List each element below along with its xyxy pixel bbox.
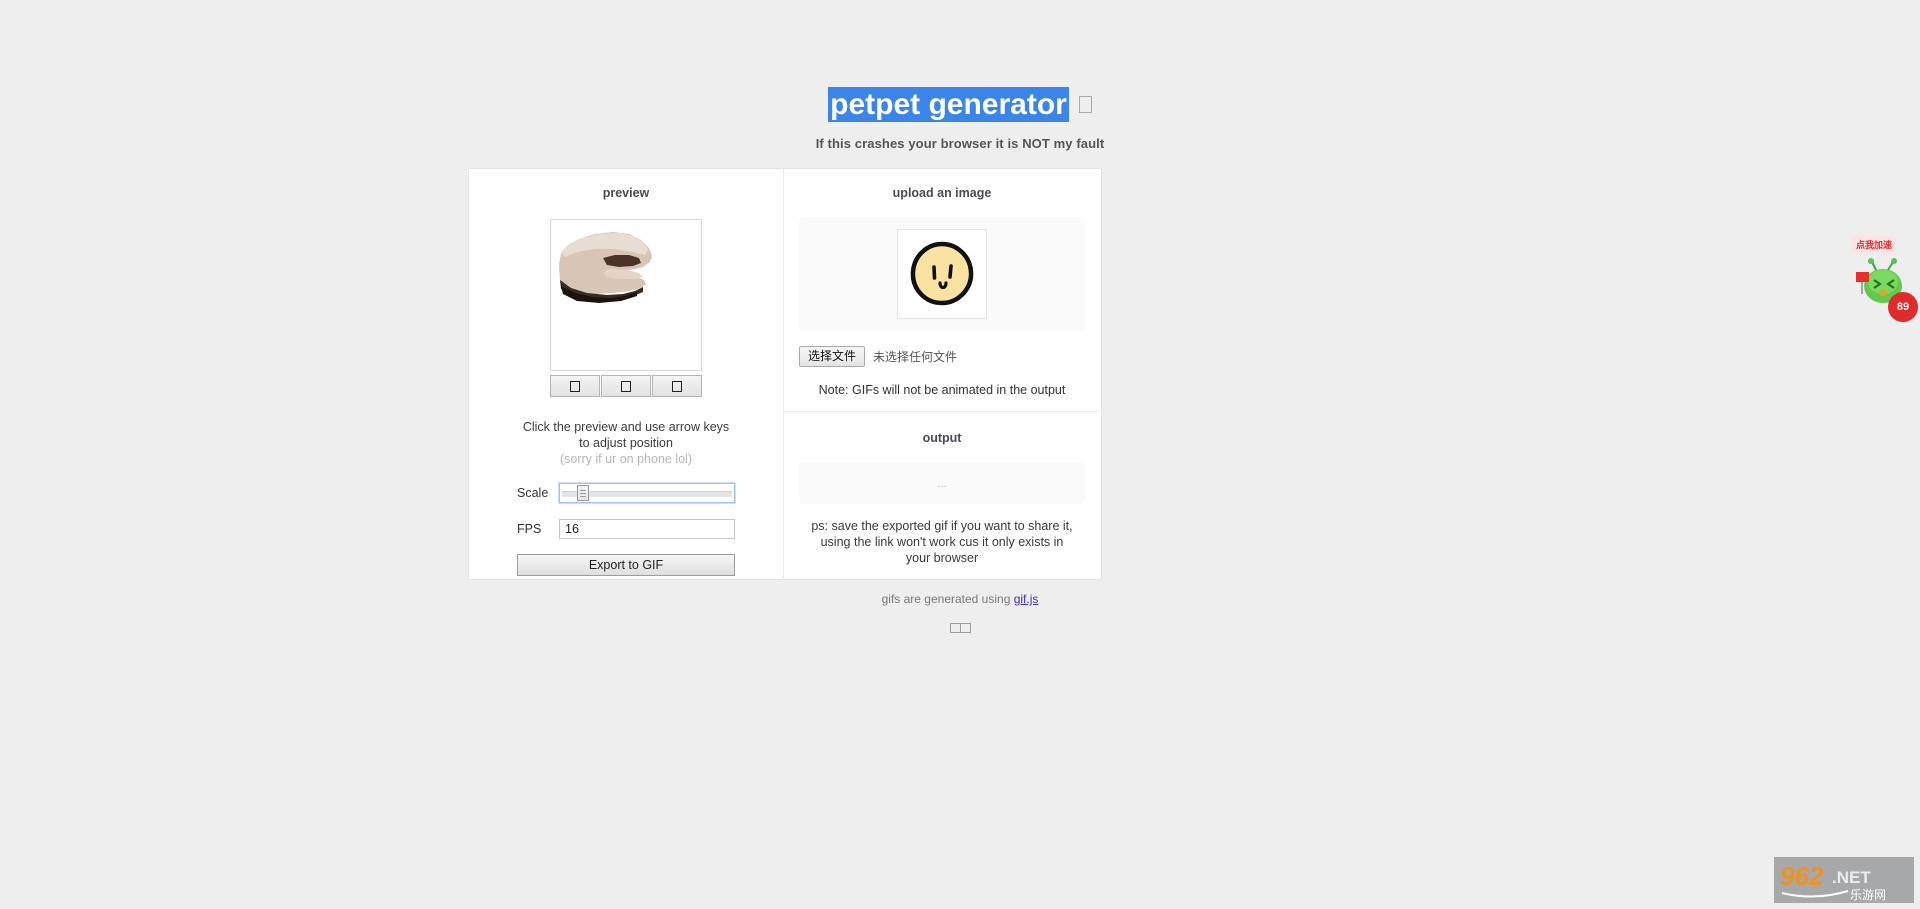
fps-label: FPS — [517, 522, 542, 536]
right-column: upload an image 选择文件 未选择任何文件 Note: GIFs … — [784, 169, 1100, 579]
fps-control-row: FPS — [517, 519, 735, 539]
preview-hint: Click the preview and use arrow keys to … — [521, 419, 731, 467]
file-input-row: 选择文件 未选择任何文件 — [799, 346, 1085, 367]
uploaded-image-thumbnail — [897, 229, 987, 319]
scale-control-row: Scale — [517, 482, 736, 504]
page-title: petpet generator — [828, 87, 1092, 122]
footer-missing-glyphs — [0, 620, 1920, 638]
output-heading: output — [922, 431, 962, 445]
scale-label: Scale — [517, 486, 549, 500]
preview-hint-line1: Click the preview and use — [522, 420, 666, 434]
missing-glyph-icon — [621, 380, 631, 392]
watermark-chinese: 乐游网 — [1850, 888, 1886, 902]
file-name-status: 未选择任何文件 — [873, 350, 958, 364]
choose-file-button[interactable]: 选择文件 — [799, 346, 866, 367]
page-title-text: petpet generator — [828, 87, 1069, 122]
main-card: preview Click the preview and use arrow … — [468, 168, 1102, 580]
output-ps-text: ps: save the exported gif if you want to… — [807, 518, 1077, 566]
preview-nudge-buttons — [550, 375, 702, 397]
scale-slider[interactable] — [558, 482, 736, 504]
ad-mascot-widget[interactable]: 点我加速 89 — [1848, 232, 1920, 322]
watermark-number: 962 — [1780, 861, 1824, 891]
footer-credit: gifs are generated using gif.js — [882, 592, 1039, 606]
petting-hand-image — [559, 232, 652, 303]
gif-note: Note: GIFs will not be animated in the o… — [818, 383, 1066, 397]
missing-glyph-icon — [959, 623, 971, 633]
nudge-button-1[interactable] — [550, 375, 600, 397]
missing-glyph-icon — [570, 380, 580, 392]
preview-hint-line3: (sorry if ur on phone lol) — [559, 452, 692, 466]
gifjs-link[interactable]: gif.js — [1014, 592, 1039, 606]
962-net-logo-icon: 962 .NET 乐游网 — [1774, 857, 1914, 903]
nudge-button-2[interactable] — [601, 375, 651, 397]
output-panel: output ... ps: save the exported gif if … — [784, 412, 1100, 579]
page-subtitle: If this crashes your browser it is NOT m… — [815, 136, 1105, 151]
preview-canvas[interactable] — [550, 219, 702, 371]
ad-bubble-text: 点我加速 — [1852, 236, 1897, 253]
upload-heading: upload an image — [892, 186, 992, 200]
ad-badge-count: 89 — [1888, 292, 1918, 322]
upload-panel: upload an image 选择文件 未选择任何文件 Note: GIFs … — [784, 169, 1100, 412]
page-footer: gifs are generated using gif.js — [0, 590, 1920, 638]
preview-panel: preview Click the preview and use arrow … — [469, 169, 784, 579]
scale-slider-thumb[interactable] — [577, 485, 589, 501]
export-to-gif-button[interactable]: Export to GIF — [517, 554, 735, 576]
fps-input[interactable] — [559, 519, 735, 539]
watermark-domain: .NET — [1832, 868, 1871, 887]
output-ps-line2: the link won't work cus it only exists i… — [853, 535, 1064, 565]
preview-heading: preview — [602, 186, 650, 200]
missing-glyph-icon — [1078, 96, 1092, 113]
site-watermark: 962 .NET 乐游网 — [1774, 857, 1914, 903]
page-header: petpet generator If this crashes your br… — [0, 0, 1920, 151]
output-box: ... — [799, 462, 1085, 504]
missing-glyph-icon — [672, 380, 682, 392]
smiley-face-image — [910, 241, 974, 306]
nudge-button-3[interactable] — [652, 375, 702, 397]
footer-credit-text: gifs are generated using — [881, 592, 1014, 606]
upload-drop-zone[interactable] — [799, 217, 1085, 331]
